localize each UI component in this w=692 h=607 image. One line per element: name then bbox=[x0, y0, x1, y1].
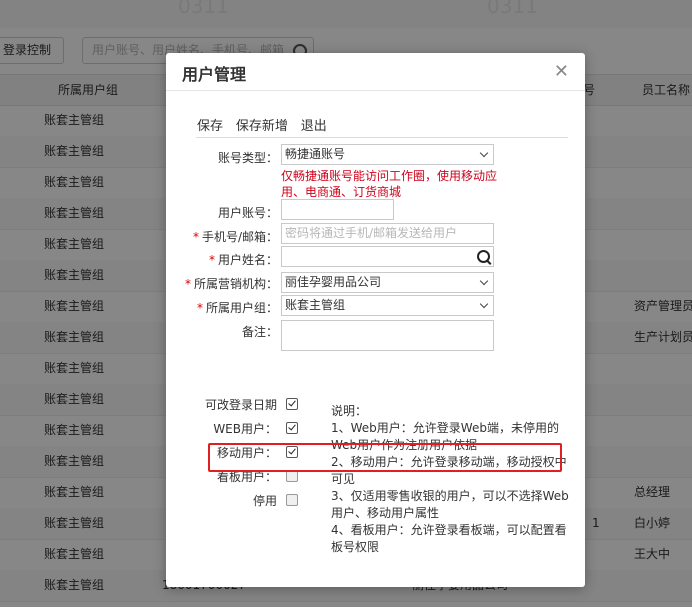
user-management-dialog: 用户管理 ✕ 保存 保存新增 退出 账号类型： 畅捷通账号 仅畅捷通账号能访问工… bbox=[166, 53, 585, 587]
editable-login-date-label: 可改登录日期 bbox=[204, 398, 277, 412]
search-icon[interactable] bbox=[477, 250, 490, 263]
notes-line: 4、看板用户：允许登录看板端，可以配置看板号权限 bbox=[331, 523, 567, 554]
account-type-hint: 仅畅捷通账号能访问工作圈，使用移动应用、电商通、订货商城 bbox=[281, 169, 498, 199]
user-group-label: * 所属用户组： bbox=[196, 301, 278, 315]
web-user-checkbox[interactable] bbox=[286, 422, 298, 434]
toolbar: 保存 保存新增 退出 bbox=[197, 115, 336, 134]
web-user-label: WEB用户： bbox=[213, 422, 277, 436]
user-account-label: 用户账号： bbox=[217, 206, 278, 220]
remark-label: 备注： bbox=[241, 325, 278, 339]
user-name-label: * 用户姓名： bbox=[208, 253, 278, 267]
save-button[interactable]: 保存 bbox=[197, 119, 223, 134]
user-group-select[interactable]: 账套主管组 bbox=[281, 295, 494, 316]
close-icon[interactable]: ✕ bbox=[554, 61, 569, 82]
org-label: * 所属营销机构： bbox=[184, 277, 278, 291]
dialog-title: 用户管理 bbox=[182, 65, 247, 84]
org-select[interactable]: 丽佳孕婴用品公司 bbox=[281, 272, 494, 293]
user-account-input[interactable] bbox=[281, 199, 394, 220]
remark-textarea[interactable] bbox=[281, 320, 494, 351]
exit-button[interactable]: 退出 bbox=[301, 119, 327, 134]
highlight-box bbox=[208, 443, 562, 472]
account-type-label: 账号类型： bbox=[217, 151, 278, 165]
disabled-checkbox[interactable] bbox=[286, 494, 298, 506]
notes: 说明： 1、Web用户：允许登录Web端，未停用的Web用户作为注册用户依据 2… bbox=[331, 403, 571, 556]
account-type-select[interactable]: 畅捷通账号 bbox=[281, 144, 494, 165]
notes-title: 说明： bbox=[331, 404, 368, 418]
phone-email-input[interactable]: 密码将通过手机/邮箱发送给用户 bbox=[281, 223, 494, 244]
toolbar-divider bbox=[196, 137, 568, 138]
notes-line: 3、仅适用零售收银的用户，可以不选择Web用户、移动用户属性 bbox=[331, 489, 569, 520]
save-new-button[interactable]: 保存新增 bbox=[236, 119, 288, 134]
phone-email-label: * 手机号/邮箱： bbox=[192, 230, 278, 244]
editable-login-date-checkbox[interactable] bbox=[286, 398, 298, 410]
disabled-label: 停用 bbox=[252, 494, 277, 508]
title-divider bbox=[166, 90, 585, 91]
user-name-input[interactable] bbox=[281, 246, 494, 267]
